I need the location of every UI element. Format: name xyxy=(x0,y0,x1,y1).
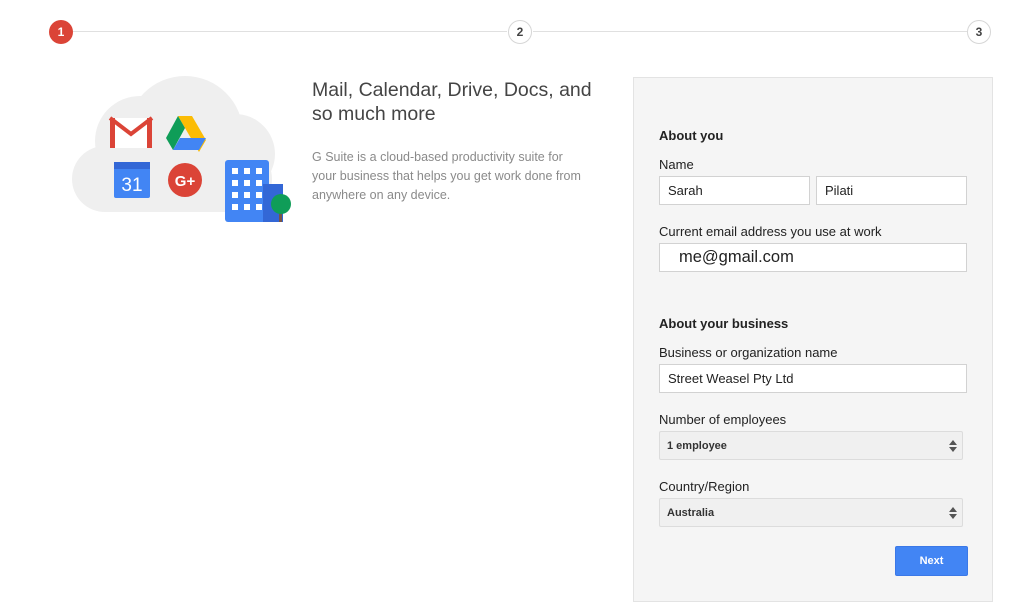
country-label: Country/Region xyxy=(659,479,750,494)
step-2: 2 xyxy=(508,20,532,44)
svg-text:G+: G+ xyxy=(175,173,196,190)
building-icon xyxy=(225,160,291,222)
business-name-label: Business or organization name xyxy=(659,345,838,360)
select-arrows-icon xyxy=(949,440,957,452)
email-input[interactable] xyxy=(659,243,967,272)
select-arrows-icon xyxy=(949,507,957,519)
cloud-illustration: 31 G+ xyxy=(72,76,291,222)
stepper-connector xyxy=(73,31,507,32)
email-label: Current email address you use at work xyxy=(659,224,882,239)
country-select-value: Australia xyxy=(667,506,715,519)
about-business-heading: About your business xyxy=(659,316,789,331)
employees-label: Number of employees xyxy=(659,412,787,427)
employees-select[interactable]: 1 employee xyxy=(659,431,963,460)
next-button[interactable]: Next xyxy=(895,546,968,576)
gmail-icon xyxy=(108,116,154,148)
products-illustration: 31 G+ xyxy=(70,76,300,226)
hero-title: Mail, Calendar, Drive, Docs, and so much… xyxy=(312,79,592,125)
step-3: 3 xyxy=(967,20,991,44)
step-1: 1 xyxy=(49,20,73,44)
hero-description: G Suite is a cloud-based productivity su… xyxy=(312,150,581,202)
calendar-icon: 31 xyxy=(114,162,150,198)
about-you-heading: About you xyxy=(659,128,724,143)
signup-form-panel: About you Name Current email address you… xyxy=(633,77,993,602)
google-plus-icon: G+ xyxy=(168,163,202,197)
last-name-input[interactable] xyxy=(816,176,967,205)
first-name-input[interactable] xyxy=(659,176,810,205)
business-name-input[interactable] xyxy=(659,364,967,393)
employees-select-value: 1 employee xyxy=(667,439,727,452)
name-label: Name xyxy=(659,157,694,172)
progress-stepper: 1 2 3 xyxy=(49,20,993,44)
stepper-connector xyxy=(533,31,967,32)
country-select[interactable]: Australia xyxy=(659,498,963,527)
svg-text:31: 31 xyxy=(121,175,142,196)
